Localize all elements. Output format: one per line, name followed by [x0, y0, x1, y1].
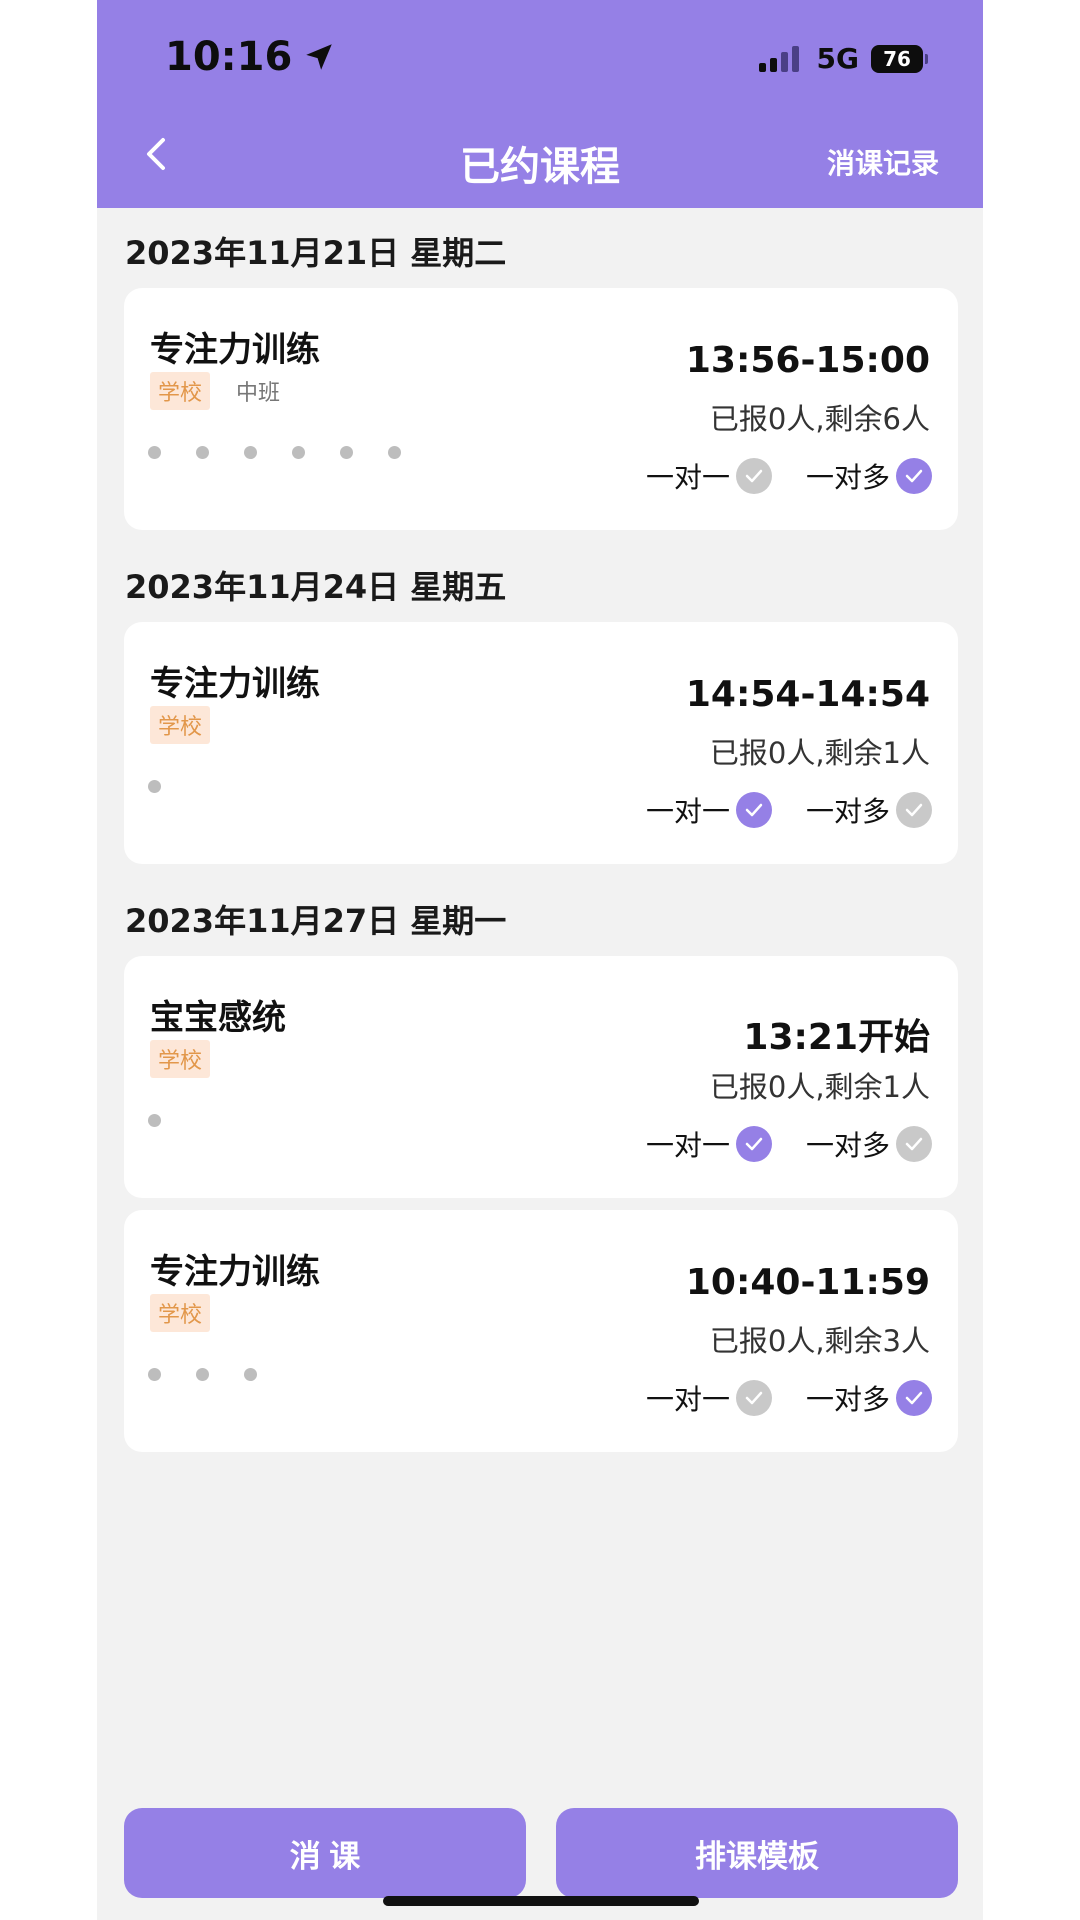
mode-label: 一对多 — [805, 1383, 890, 1416]
course-card[interactable]: 专注力训练 学校 10:40-11:59 已报0人,剩余3人 一对一 一对多 — [124, 1210, 958, 1452]
mode-options: 一对一 一对多 — [612, 1378, 932, 1418]
date-header: 2023年11月24日 星期五 — [125, 568, 507, 606]
enroll-count: 已报0人,剩余1人 — [709, 736, 930, 770]
dot — [340, 446, 353, 459]
date-header: 2023年11月27日 星期一 — [125, 902, 507, 940]
course-card[interactable]: 宝宝感统 学校 13:21开始 已报0人,剩余1人 一对一 一对多 — [124, 956, 958, 1198]
dot — [196, 446, 209, 459]
dot — [244, 446, 257, 459]
mode-label: 一对一 — [645, 461, 730, 494]
mode-label: 一对一 — [645, 1383, 730, 1416]
enroll-count: 已报0人,剩余6人 — [709, 402, 930, 436]
battery-icon: 76 — [871, 44, 928, 73]
course-card[interactable]: 专注力训练 学校 14:54-14:54 已报0人,剩余1人 一对一 一对多 — [124, 622, 958, 864]
battery-level: 76 — [883, 46, 911, 71]
mode-one-to-many[interactable]: 一对多 — [806, 790, 932, 830]
mode-label: 一对多 — [805, 461, 890, 494]
status-bar-right: 5G 76 — [758, 42, 928, 75]
check-icon — [735, 1126, 772, 1162]
course-name: 专注力训练 — [150, 1252, 320, 1292]
mode-one-to-many[interactable]: 一对多 — [806, 1378, 932, 1418]
course-class: 中班 — [236, 381, 281, 406]
dot — [148, 1114, 161, 1127]
check-icon — [896, 792, 932, 828]
student-dots — [148, 780, 196, 793]
mode-one-to-one[interactable]: 一对一 — [646, 790, 772, 830]
course-name: 宝宝感统 — [150, 998, 286, 1038]
mode-one-to-one[interactable]: 一对一 — [646, 1124, 772, 1164]
mode-one-to-one[interactable]: 一对一 — [646, 456, 772, 496]
course-time: 14:54-14:54 — [685, 674, 930, 715]
mode-options: 一对一 一对多 — [612, 456, 932, 496]
dot — [148, 1368, 161, 1381]
student-dots — [148, 1368, 292, 1381]
course-card[interactable]: 专注力训练 学校 中班 13:56-15:00 已报0人,剩余6人 一对一 一对… — [124, 288, 958, 530]
course-time: 13:21开始 — [743, 1017, 930, 1058]
header-bar: 10:16 5G 76 已约课程 消课记录 — [97, 0, 983, 208]
course-time: 13:56-15:00 — [685, 340, 930, 381]
schedule-template-button[interactable]: 排课模板 — [556, 1808, 958, 1898]
course-tag: 学校 — [150, 1040, 211, 1078]
home-indicator — [383, 1896, 699, 1906]
course-name: 专注力训练 — [150, 330, 320, 370]
phone-screen: 10:16 5G 76 已约课程 消课记录 2023年11月21日 星期二 专注… — [97, 0, 983, 1920]
dot — [244, 1368, 257, 1381]
signal-icon — [758, 45, 803, 72]
mode-label: 一对多 — [805, 1129, 890, 1162]
dot — [292, 446, 305, 459]
check-icon — [896, 458, 932, 494]
course-time: 10:40-11:59 — [685, 1262, 930, 1303]
check-icon — [896, 1380, 932, 1416]
mode-label: 一对一 — [645, 795, 730, 828]
cancel-records-link[interactable]: 消课记录 — [827, 142, 939, 182]
dot — [196, 1368, 209, 1381]
course-name: 专注力训练 — [150, 664, 320, 704]
enroll-count: 已报0人,剩余3人 — [709, 1324, 930, 1358]
check-icon — [735, 792, 772, 828]
mode-one-to-many[interactable]: 一对多 — [806, 456, 932, 496]
course-tag: 学校 — [150, 372, 211, 410]
mode-options: 一对一 一对多 — [612, 1124, 932, 1164]
enroll-count: 已报0人,剩余1人 — [709, 1070, 930, 1104]
dot — [388, 446, 401, 459]
cancel-class-button[interactable]: 消 课 — [124, 1808, 526, 1898]
course-tag: 学校 — [150, 706, 211, 744]
date-header: 2023年11月21日 星期二 — [125, 234, 507, 272]
status-bar-time: 10:16 — [165, 34, 336, 80]
course-tag: 学校 — [150, 1294, 211, 1332]
mode-label: 一对一 — [645, 1129, 730, 1162]
check-icon — [735, 1380, 772, 1416]
check-icon — [735, 458, 772, 494]
dot — [148, 780, 161, 793]
mode-options: 一对一 一对多 — [612, 790, 932, 830]
student-dots — [148, 446, 436, 459]
student-dots — [148, 1114, 196, 1127]
check-icon — [896, 1126, 932, 1162]
mode-label: 一对多 — [805, 795, 890, 828]
dot — [148, 446, 161, 459]
location-arrow-icon — [306, 44, 333, 70]
mode-one-to-one[interactable]: 一对一 — [646, 1378, 772, 1418]
status-time-text: 10:16 — [165, 34, 293, 80]
network-type: 5G — [816, 42, 859, 75]
mode-one-to-many[interactable]: 一对多 — [806, 1124, 932, 1164]
